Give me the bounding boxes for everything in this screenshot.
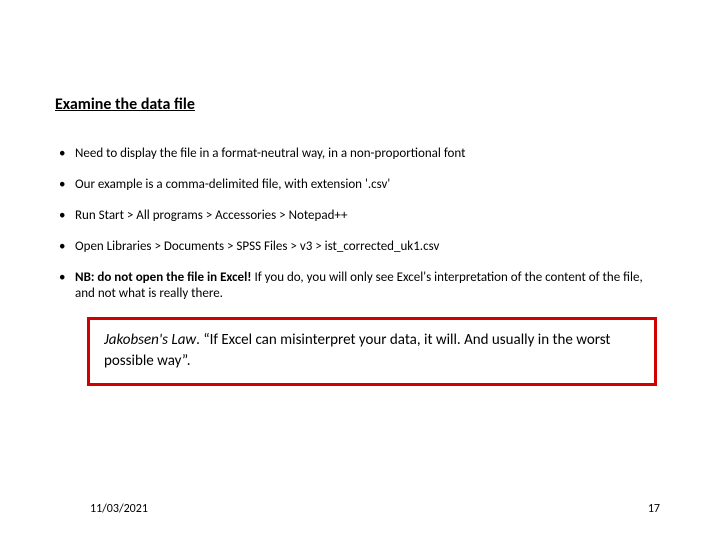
slide: Examine the data file Need to display th… [0,0,720,540]
footer-page-number: 17 [648,502,660,516]
law-label: Jakobsen's Law [104,331,196,349]
jakobsens-law-callout: Jakobsen's Law. “If Excel can misinterpr… [87,317,657,386]
list-item: NB: do not open the file in Excel! If yo… [55,270,665,304]
list-item: Run Start > All programs > Accessories >… [55,208,665,225]
footer-date: 11/03/2021 [90,502,148,516]
list-item: Our example is a comma-delimited file, w… [55,177,665,194]
list-item: Need to display the file in a format-neu… [55,146,665,163]
bullet-list: Need to display the file in a format-neu… [55,146,665,303]
slide-title: Examine the data file [55,95,665,114]
nb-warning: NB: do not open the file in Excel! [75,270,252,285]
list-item: Open Libraries > Documents > SPSS Files … [55,239,665,256]
